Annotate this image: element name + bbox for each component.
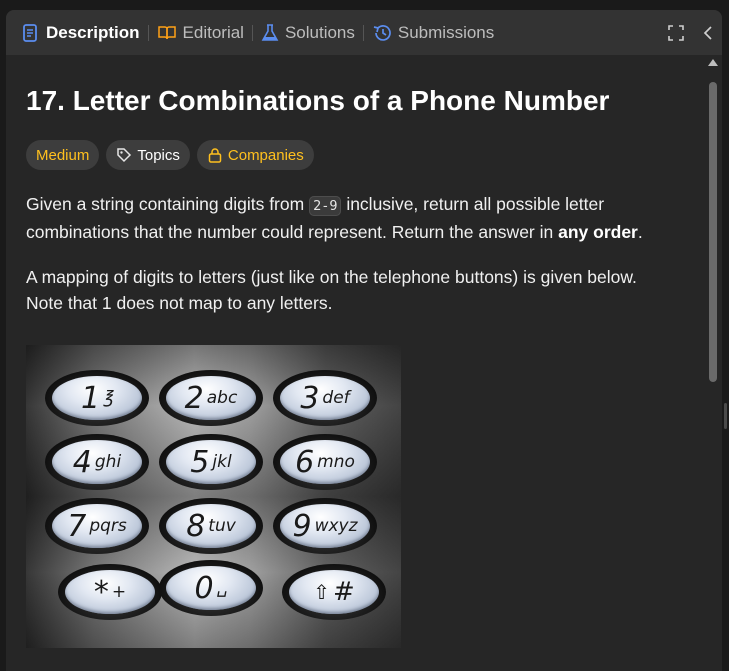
- problem-tags: Medium Topics Companies: [26, 140, 314, 170]
- keypad-key-8: 8 tuv: [159, 498, 263, 554]
- key-digit: 0: [194, 570, 214, 606]
- tag-icon: [117, 148, 132, 163]
- key-letters: pqrs: [89, 516, 127, 536]
- key-digit: 5: [190, 444, 210, 480]
- tab-solutions-label: Solutions: [284, 22, 355, 42]
- key-letters: wxyz: [314, 516, 358, 536]
- key-letters: abc: [206, 388, 238, 408]
- tab-bar: Description Editorial Solutions Submissi…: [6, 10, 722, 55]
- tab-editorial[interactable]: Editorial: [157, 10, 244, 55]
- keypad-key-0: 0 ␣: [159, 560, 263, 616]
- tab-submissions[interactable]: Submissions: [372, 10, 494, 55]
- digit-range-code: 2-9: [309, 196, 342, 216]
- key-digit: 7: [67, 508, 87, 544]
- key-letters: def: [322, 388, 350, 408]
- voicemail-icon: ℥: [103, 388, 113, 408]
- description-text: .: [637, 222, 643, 242]
- keypad-key-7: 7 pqrs: [45, 498, 149, 554]
- key-letters: +: [111, 582, 127, 602]
- history-icon: [373, 24, 391, 41]
- shift-icon: ⇧: [313, 580, 330, 604]
- key-digit: 1: [81, 380, 101, 416]
- topics-button[interactable]: Topics: [106, 140, 190, 170]
- key-digit: 4: [72, 444, 92, 480]
- tab-description-label: Description: [46, 22, 140, 42]
- keypad-key-1: 1 ℥: [45, 370, 149, 426]
- key-digit: 3: [300, 380, 320, 416]
- keypad-key-4: 4 ghi: [45, 434, 149, 490]
- tab-divider: [251, 24, 253, 41]
- key-letters: jkl: [212, 452, 232, 472]
- problem-title: 17. Letter Combinations of a Phone Numbe…: [26, 85, 610, 116]
- key-digit: 6: [295, 444, 315, 480]
- key-digit: 9: [292, 508, 312, 544]
- topics-label: Topics: [137, 146, 180, 164]
- problem-description: Given a string containing digits from 2-…: [26, 191, 676, 245]
- key-letters: #: [332, 577, 355, 607]
- tab-divider: [147, 24, 149, 41]
- keypad-key-2: 2 abc: [159, 370, 263, 426]
- tab-solutions[interactable]: Solutions: [261, 10, 355, 55]
- scrollbar-thumb[interactable]: [709, 82, 717, 382]
- space-icon: ␣: [216, 578, 228, 598]
- keypad-key-star: * +: [58, 564, 162, 620]
- mapping-note: A mapping of digits to letters (just lik…: [26, 267, 637, 313]
- description-icon: [23, 23, 37, 42]
- tab-description[interactable]: Description: [22, 10, 140, 55]
- key-letters: mno: [317, 452, 355, 472]
- book-icon: [157, 25, 176, 39]
- companies-button[interactable]: Companies: [196, 140, 314, 170]
- key-letters: ghi: [94, 452, 122, 472]
- keypad-key-5: 5 jkl: [159, 434, 263, 490]
- key-letters: tuv: [208, 516, 236, 536]
- difficulty-badge: Medium: [26, 140, 100, 170]
- tab-divider: [362, 24, 364, 41]
- keypad-key-9: 9 wxyz: [273, 498, 377, 554]
- difficulty-label: Medium: [36, 146, 90, 164]
- description-text: Given a string containing digits from: [26, 194, 310, 214]
- lock-icon: [208, 148, 222, 163]
- key-digit: *: [93, 574, 109, 610]
- problem-panel: Description Editorial Solutions Submissi…: [6, 10, 722, 671]
- tab-submissions-label: Submissions: [397, 22, 495, 42]
- companies-label: Companies: [227, 146, 304, 164]
- collapse-icon[interactable]: [702, 25, 714, 41]
- panel-resize-handle[interactable]: [724, 403, 727, 429]
- keypad-key-hash: ⇧ #: [282, 564, 386, 620]
- keypad-key-6: 6 mno: [273, 434, 377, 490]
- phone-keypad-image: 1 ℥ 2 abc 3 def 4 ghi 5 jkl 6 mno 7 pqrs 8 tuv 9…: [26, 345, 401, 648]
- keypad-key-3: 3 def: [273, 370, 377, 426]
- key-digit: 8: [186, 508, 206, 544]
- scroll-up-arrow-icon[interactable]: [708, 59, 718, 66]
- flask-icon: [261, 23, 279, 41]
- key-digit: 2: [184, 380, 204, 416]
- fullscreen-icon[interactable]: [668, 24, 684, 41]
- emphasis-text: any order: [558, 222, 638, 242]
- tab-editorial-label: Editorial: [182, 22, 244, 42]
- scrollbar[interactable]: [706, 55, 720, 671]
